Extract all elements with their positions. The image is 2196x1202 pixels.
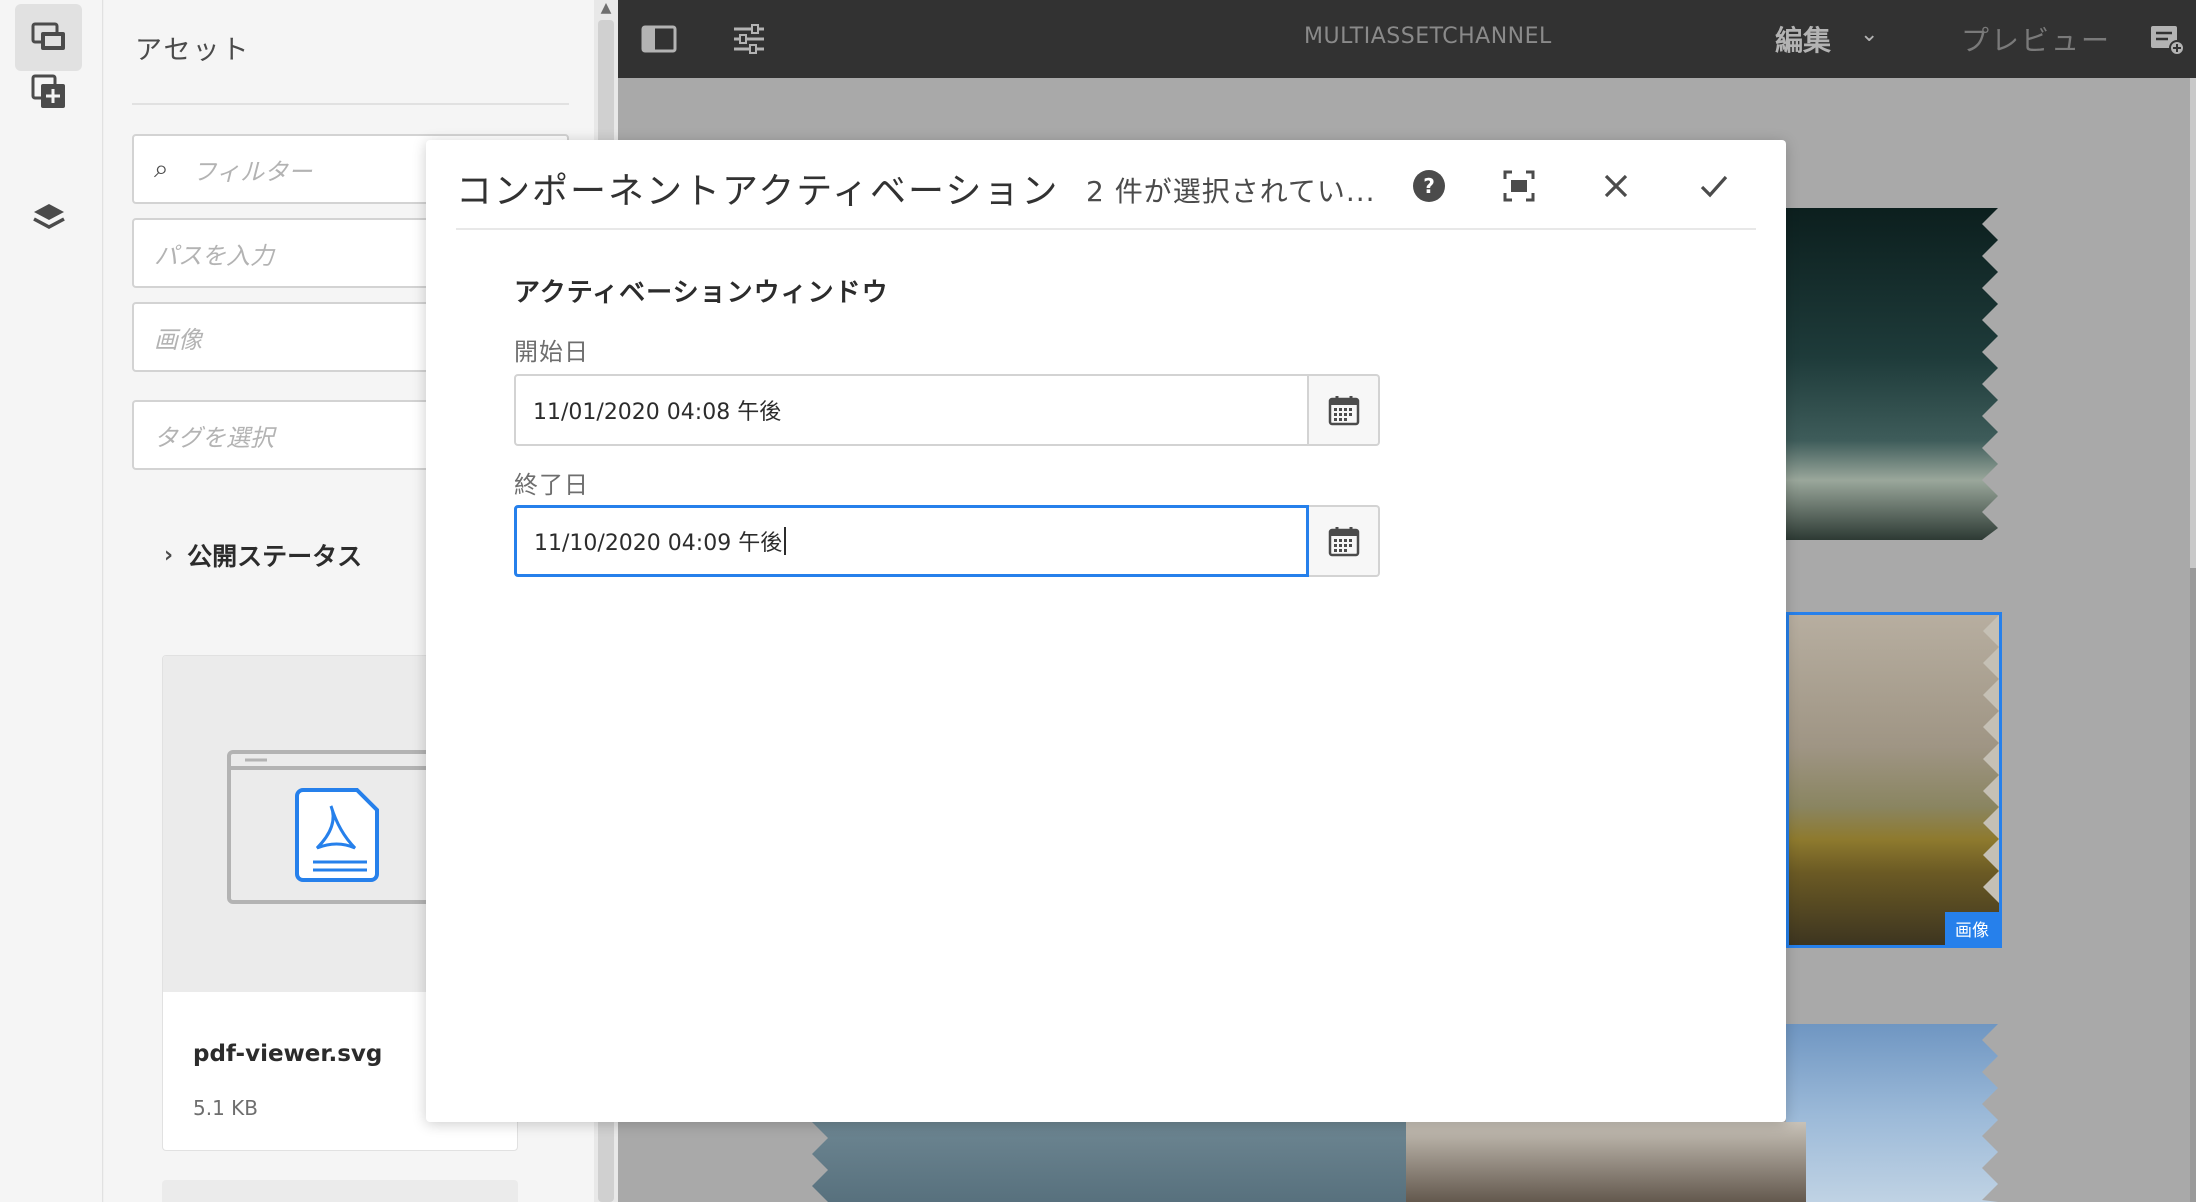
- section-heading: アクティベーションウィンドウ: [514, 278, 889, 308]
- end-date-label: 終了日: [514, 471, 589, 499]
- close-icon: [1604, 174, 1628, 198]
- side-panel-icon: [641, 25, 677, 53]
- annotation-add-icon: [2151, 26, 2185, 56]
- torn-edge: [1982, 208, 1998, 540]
- scroll-up-icon[interactable]: ▲: [597, 0, 615, 18]
- torn-edge: [812, 1122, 828, 1202]
- fullscreen-icon: [1503, 170, 1535, 202]
- fullscreen-button[interactable]: [1501, 168, 1537, 204]
- page-properties-button[interactable]: [730, 20, 768, 58]
- checkmark-icon: [1700, 175, 1728, 198]
- end-date-picker: 11/10/2020 04:09 午後: [514, 505, 1380, 577]
- content-tree-button[interactable]: [15, 184, 82, 251]
- chevron-down-icon[interactable]: ⌄: [1860, 22, 1878, 47]
- end-date-value: 11/10/2020 04:09 午後: [534, 531, 783, 556]
- panel-title: アセット: [135, 35, 251, 66]
- divider: [132, 103, 569, 105]
- done-button[interactable]: [1696, 168, 1732, 204]
- svg-text:?: ?: [1423, 174, 1435, 198]
- torn-edge: [1982, 1024, 1998, 1202]
- canvas-scroll-thumb[interactable]: [2190, 78, 2196, 568]
- chevron-right-icon: ›: [164, 542, 174, 568]
- asset-type-placeholder: 画像: [154, 325, 202, 354]
- sequence-image[interactable]: [1786, 1024, 1998, 1202]
- end-date-calendar-button[interactable]: [1309, 505, 1380, 577]
- start-date-input[interactable]: 11/01/2020 04:08 午後: [514, 374, 1309, 446]
- start-date-label: 開始日: [514, 338, 589, 366]
- filter-placeholder: フィルター: [192, 157, 313, 186]
- annotations-button[interactable]: [2148, 20, 2186, 58]
- tag-placeholder: タグを選択: [154, 423, 274, 452]
- calendar-icon: [1328, 527, 1359, 557]
- component-type-badge: 画像: [1945, 912, 1999, 945]
- start-date-calendar-button[interactable]: [1309, 374, 1380, 446]
- publish-status-toggle[interactable]: › 公開ステータス: [164, 537, 362, 573]
- torn-edge: [1983, 615, 1999, 909]
- calendar-icon: [1328, 396, 1359, 426]
- asset-size: 5.1 KB: [193, 1096, 258, 1120]
- add-component-icon: [31, 74, 65, 108]
- layers-icon: [32, 203, 65, 229]
- sequence-image[interactable]: [1786, 208, 1998, 540]
- selection-count: 2 件が選択されてい...: [1086, 175, 1376, 208]
- sequence-image[interactable]: [1406, 1122, 1806, 1202]
- publish-status-label: 公開ステータス: [187, 542, 363, 571]
- asset-name: pdf-viewer.svg: [193, 1041, 383, 1067]
- assets-icon: [31, 22, 65, 50]
- text-caret: [784, 527, 787, 555]
- sliders-icon: [734, 24, 764, 54]
- sequence-image[interactable]: [812, 1122, 1406, 1202]
- editor-toolbar: MULTIASSETCHANNEL 編集 ⌄ プレビュー: [618, 0, 2196, 78]
- component-activation-dialog: コンポーネントアクティベーション 2 件が選択されてい... ? アクティベーシ…: [426, 140, 1786, 1122]
- start-date-value: 11/01/2020 04:08 午後: [533, 400, 782, 425]
- selected-sequence-image[interactable]: 画像: [1786, 612, 2002, 948]
- search-icon: ⌕: [154, 153, 169, 184]
- help-button[interactable]: ?: [1411, 168, 1447, 204]
- divider: [456, 228, 1756, 230]
- close-button[interactable]: [1598, 168, 1634, 204]
- mode-select[interactable]: 編集: [1775, 19, 1831, 59]
- page-title: MULTIASSETCHANNEL: [1304, 24, 1552, 49]
- dialog-title: コンポーネントアクティベーション: [456, 171, 1060, 212]
- preview-button[interactable]: プレビュー: [1961, 19, 2111, 59]
- asset-card[interactable]: [162, 1180, 518, 1202]
- components-panel-button[interactable]: [15, 58, 82, 125]
- help-icon: ?: [1413, 170, 1445, 202]
- path-placeholder: パスを入力: [154, 241, 274, 270]
- start-date-picker: 11/01/2020 04:08 午後: [514, 374, 1380, 446]
- toggle-side-panel-button[interactable]: [640, 20, 678, 58]
- end-date-input[interactable]: 11/10/2020 04:09 午後: [514, 505, 1309, 577]
- side-rail: [0, 0, 103, 1202]
